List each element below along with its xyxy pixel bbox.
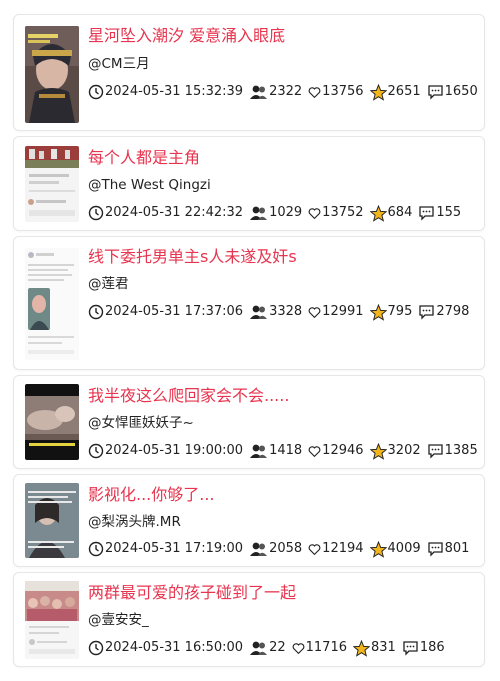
like-count: 12946 (322, 443, 364, 458)
comment-icon (418, 205, 435, 221)
users-icon (249, 541, 268, 557)
star-icon (369, 83, 387, 101)
comment-count: 186 (419, 640, 445, 655)
publish-time: 2024-05-31 19:00:00 (105, 443, 244, 458)
video-author[interactable]: @女悍匪妖妖子~ (88, 414, 194, 432)
clock-icon (88, 304, 104, 320)
heart-icon (308, 543, 321, 556)
video-stats: 2024-05-31 22:42:32 1029 13752 684 155 (88, 204, 461, 222)
video-stats: 2024-05-31 19:00:00 1418 12946 3202 1385 (88, 442, 478, 460)
star-icon (369, 303, 387, 321)
view-count: 1418 (269, 443, 303, 458)
video-title[interactable]: 每个人都是主角 (88, 148, 200, 168)
like-count: 12194 (322, 541, 364, 556)
list-item[interactable]: 两群最可爱的孩子碰到了一起 @壹安安_ 2024-05-31 16:50:00 … (13, 572, 485, 667)
clock-icon (88, 541, 104, 557)
star-icon (369, 540, 387, 558)
favorite-count: 3202 (387, 443, 421, 458)
star-icon (369, 204, 387, 222)
comment-count: 801 (444, 541, 470, 556)
users-icon (249, 304, 268, 320)
favorite-count: 684 (387, 205, 413, 220)
video-author[interactable]: @莲君 (88, 275, 129, 293)
comment-icon (427, 443, 444, 459)
publish-time: 2024-05-31 17:37:06 (105, 304, 244, 319)
comment-count: 155 (436, 205, 462, 220)
video-thumbnail[interactable] (25, 146, 79, 222)
video-author[interactable]: @梨涡头牌.MR (88, 513, 181, 531)
video-thumbnail[interactable] (25, 384, 79, 460)
list-item[interactable]: 星河坠入潮汐 爱意涌入眼底 @CM三月 2024-05-31 15:32:39 … (13, 14, 485, 131)
heart-icon (292, 642, 305, 655)
comment-count: 2798 (436, 304, 470, 319)
clock-icon (88, 443, 104, 459)
video-author[interactable]: @CM三月 (88, 55, 150, 73)
list-item[interactable]: 我半夜这么爬回家会不会..... @女悍匪妖妖子~ 2024-05-31 19:… (13, 375, 485, 469)
list-item[interactable]: 每个人都是主角 @The West Qingzi 2024-05-31 22:4… (13, 136, 485, 231)
view-count: 22 (269, 640, 286, 655)
like-count: 11716 (305, 640, 347, 655)
video-stats: 2024-05-31 16:50:00 22 11716 831 186 (88, 639, 445, 657)
users-icon (249, 84, 268, 100)
like-count: 13752 (322, 205, 364, 220)
video-stats: 2024-05-31 15:32:39 2322 13756 2651 1650 (88, 83, 478, 101)
video-title[interactable]: 我半夜这么爬回家会不会..... (88, 386, 289, 406)
like-count: 13756 (322, 84, 364, 99)
heart-icon (308, 445, 321, 458)
heart-icon (308, 86, 321, 99)
publish-time: 2024-05-31 15:32:39 (105, 84, 244, 99)
video-stats: 2024-05-31 17:37:06 3328 12991 795 2798 (88, 303, 469, 321)
video-list: 星河坠入潮汐 爱意涌入眼底 @CM三月 2024-05-31 15:32:39 … (0, 0, 500, 681)
users-icon (249, 640, 268, 656)
video-title[interactable]: 线下委托男单主s人未遂及奸s (88, 247, 297, 267)
comment-count: 1650 (444, 84, 478, 99)
video-thumbnail[interactable] (25, 248, 79, 360)
like-count: 12991 (322, 304, 364, 319)
view-count: 2058 (269, 541, 303, 556)
users-icon (249, 205, 268, 221)
publish-time: 2024-05-31 16:50:00 (105, 640, 244, 655)
comment-icon (402, 640, 419, 656)
clock-icon (88, 205, 104, 221)
favorite-count: 4009 (387, 541, 421, 556)
star-icon (369, 442, 387, 460)
comment-icon (427, 541, 444, 557)
clock-icon (88, 640, 104, 656)
favorite-count: 831 (370, 640, 396, 655)
video-title[interactable]: 两群最可爱的孩子碰到了一起 (88, 583, 296, 603)
video-author[interactable]: @壹安安_ (88, 611, 149, 629)
comment-icon (427, 84, 444, 100)
users-icon (249, 443, 268, 459)
favorite-count: 795 (387, 304, 413, 319)
view-count: 1029 (269, 205, 303, 220)
comment-count: 1385 (444, 443, 478, 458)
video-author[interactable]: @The West Qingzi (88, 176, 211, 194)
view-count: 3328 (269, 304, 303, 319)
video-thumbnail[interactable] (25, 483, 79, 558)
clock-icon (88, 84, 104, 100)
view-count: 2322 (269, 84, 303, 99)
favorite-count: 2651 (387, 84, 421, 99)
video-thumbnail[interactable] (25, 581, 79, 659)
star-icon (352, 639, 370, 657)
comment-icon (418, 304, 435, 320)
video-thumbnail[interactable] (25, 26, 79, 123)
publish-time: 2024-05-31 17:19:00 (105, 541, 244, 556)
video-title[interactable]: 星河坠入潮汐 爱意涌入眼底 (88, 26, 285, 46)
heart-icon (308, 306, 321, 319)
video-stats: 2024-05-31 17:19:00 2058 12194 4009 801 (88, 540, 469, 558)
list-item[interactable]: 影视化...你够了... @梨涡头牌.MR 2024-05-31 17:19:0… (13, 474, 485, 567)
list-item[interactable]: 线下委托男单主s人未遂及奸s @莲君 2024-05-31 17:37:06 3… (13, 236, 485, 370)
video-title[interactable]: 影视化...你够了... (88, 485, 215, 505)
heart-icon (308, 207, 321, 220)
publish-time: 2024-05-31 22:42:32 (105, 205, 244, 220)
